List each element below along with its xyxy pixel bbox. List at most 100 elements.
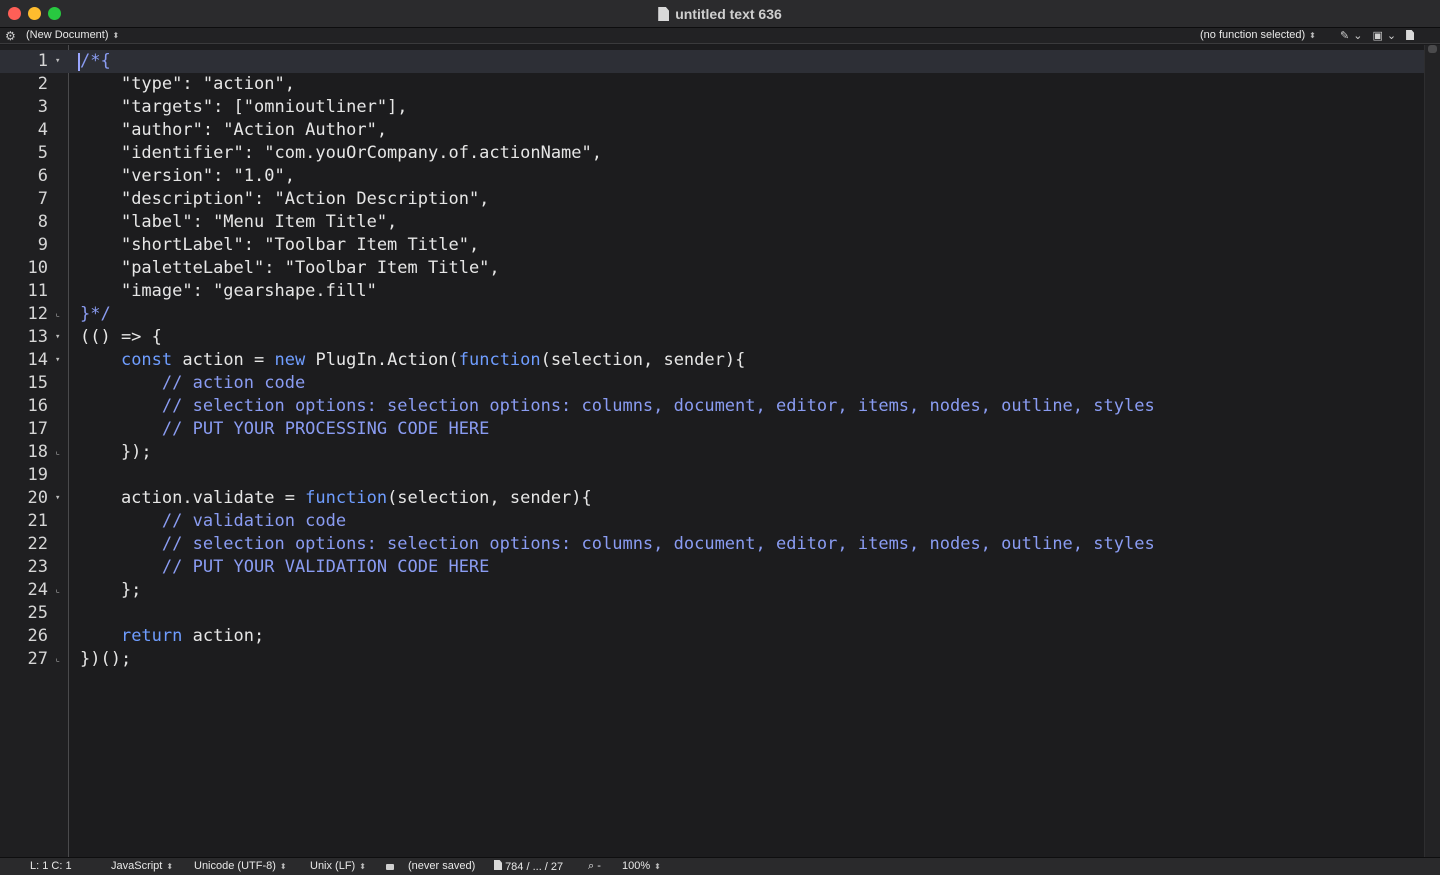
language-menu[interactable]: JavaScript ⬍ (111, 860, 173, 872)
code-text: "image": "gearshape.fill" (80, 280, 377, 303)
updown-chevron-icon: ⬍ (166, 862, 174, 871)
code-line[interactable]: 24 ⌞ }; (0, 579, 1424, 602)
code-line[interactable]: 11 "image": "gearshape.fill" (0, 280, 1424, 303)
fold-disclosure-icon[interactable]: ▾ (55, 487, 60, 510)
line-number: 16 (27, 396, 48, 416)
chevron-down-icon[interactable]: ⌄ (1353, 29, 1362, 42)
line-number: 11 (27, 281, 48, 301)
code-line[interactable]: 5 "identifier": "com.youOrCompany.of.act… (0, 142, 1424, 165)
code-token: "image": "gearshape.fill" (120, 281, 377, 301)
pen-icon[interactable]: ✎ (1340, 29, 1349, 42)
code-token: "label": "Menu Item Title", (120, 212, 398, 232)
gear-icon[interactable]: ⚙ (5, 29, 16, 43)
lock-icon[interactable] (386, 860, 394, 872)
code-line[interactable]: 10 "paletteLabel": "Toolbar Item Title", (0, 257, 1424, 280)
document-info-icon[interactable] (1406, 30, 1415, 40)
code-line[interactable]: 2 "type": "action", (0, 73, 1424, 96)
line-number: 27 (27, 649, 48, 669)
language-label: JavaScript (111, 860, 163, 872)
document-menu[interactable]: (New Document) ⬍ (26, 29, 119, 41)
chevron-down-icon[interactable]: ⌄ (1387, 29, 1396, 42)
function-menu[interactable]: (no function selected) ⬍ (1200, 29, 1316, 41)
fold-end-icon[interactable]: ⌞ (55, 579, 60, 602)
code-line[interactable]: 25 (0, 602, 1424, 625)
line-number: 7 (37, 189, 48, 209)
code-line[interactable]: 19 (0, 464, 1424, 487)
code-token: action = (172, 350, 275, 370)
document-menu-label: (New Document) (26, 29, 109, 41)
counterpart-icon[interactable]: ▣ (1372, 29, 1382, 42)
fold-end-icon[interactable]: ⌞ (55, 441, 60, 464)
cursor-position[interactable]: L: 1 C: 1 (30, 860, 72, 872)
code-line[interactable]: 18 ⌞ }); (0, 441, 1424, 464)
line-number: 24 (27, 580, 48, 600)
zoom-menu[interactable]: 100% ⬍ (622, 860, 661, 872)
code-token: const (120, 350, 173, 370)
fold-disclosure-icon[interactable]: ▾ (55, 50, 60, 73)
code-line[interactable]: 12 ⌞}*/ (0, 303, 1424, 326)
encoding-menu[interactable]: Unicode (UTF-8) ⬍ (194, 860, 287, 872)
code-line[interactable]: 22 // selection options: selection optio… (0, 533, 1424, 556)
code-text: })(); (80, 648, 131, 671)
scrollbar-thumb[interactable] (1428, 45, 1437, 53)
text-editor[interactable]: 1 ▾/*{2 "type": "action", 3 "targets": ["o… (0, 45, 1440, 857)
code-token: }); (80, 442, 152, 462)
code-text: }); (80, 441, 152, 464)
code-line[interactable]: 3 "targets": ["omnioutliner"], (0, 96, 1424, 119)
code-line[interactable]: 6 "version": "1.0", (0, 165, 1424, 188)
code-line[interactable]: 14 ▾ const action = new PlugIn.Action(fun… (0, 349, 1424, 372)
fold-end-icon[interactable]: ⌞ (55, 648, 60, 671)
code-line[interactable]: 23 // PUT YOUR VALIDATION CODE HERE (0, 556, 1424, 579)
line-number: 3 (37, 97, 48, 117)
line-number: 17 (27, 419, 48, 439)
code-line[interactable]: 8 "label": "Menu Item Title", (0, 211, 1424, 234)
code-line[interactable]: 27 ⌞ })(); (0, 648, 1424, 671)
zoom-control[interactable]: ⌕ - (588, 860, 601, 873)
vertical-scrollbar[interactable] (1424, 45, 1440, 857)
code-line[interactable]: 9 "shortLabel": "Toolbar Item Title", (0, 234, 1424, 257)
code-token: "targets": ["omnioutliner"], (120, 97, 408, 117)
code-token: function (305, 488, 388, 508)
fold-end-icon[interactable]: ⌞ (55, 303, 60, 326)
fold-disclosure-icon[interactable]: ▾ (55, 349, 60, 372)
code-line[interactable]: 13 ▾ (() => { (0, 326, 1424, 349)
code-line[interactable]: 16 // selection options: selection optio… (0, 395, 1424, 418)
code-token: // action code (161, 373, 306, 393)
function-menu-label: (no function selected) (1200, 29, 1306, 41)
code-token: function (458, 350, 541, 370)
code-line[interactable]: 1 ▾ /*{ (0, 50, 1424, 73)
code-token: // selection options: selection options:… (161, 534, 1155, 554)
code-token: new (274, 350, 306, 370)
code-text: "description": "Action Description", (80, 188, 489, 211)
title-bar: untitled text 636 (0, 0, 1440, 28)
code-text: // PUT YOUR PROCESSING CODE HERE (80, 418, 490, 441)
code-token: "description": "Action Description", (120, 189, 490, 209)
code-line[interactable]: 26 return action; (0, 625, 1424, 648)
line-number: 2 (37, 74, 48, 94)
save-state: (never saved) (408, 860, 476, 872)
code-line[interactable]: 21 // validation code (0, 510, 1424, 533)
code-line[interactable]: 15 // action code (0, 372, 1424, 395)
fold-disclosure-icon[interactable]: ▾ (55, 326, 60, 349)
code-line[interactable]: 17 // PUT YOUR PROCESSING CODE HERE (0, 418, 1424, 441)
code-line[interactable]: 20 ▾ action.validate = function(selection… (0, 487, 1424, 510)
code-token: (selection, sender){ (540, 350, 746, 370)
code-token: "author": "Action Author", (120, 120, 388, 140)
code-line[interactable]: 7 "description": "Action Description", (0, 188, 1424, 211)
document-stats[interactable]: 784 / ... / 27 (494, 860, 563, 873)
code-text: return action; (80, 625, 264, 648)
code-text: (() => { (80, 326, 162, 349)
code-token: // validation code (161, 511, 347, 531)
line-endings-menu[interactable]: Unix (LF) ⬍ (310, 860, 366, 872)
zoom-label: 100% (622, 860, 651, 872)
line-number: 4 (37, 120, 48, 140)
code-line[interactable]: 4 "author": "Action Author", (0, 119, 1424, 142)
line-endings-label: Unix (LF) (310, 860, 356, 872)
